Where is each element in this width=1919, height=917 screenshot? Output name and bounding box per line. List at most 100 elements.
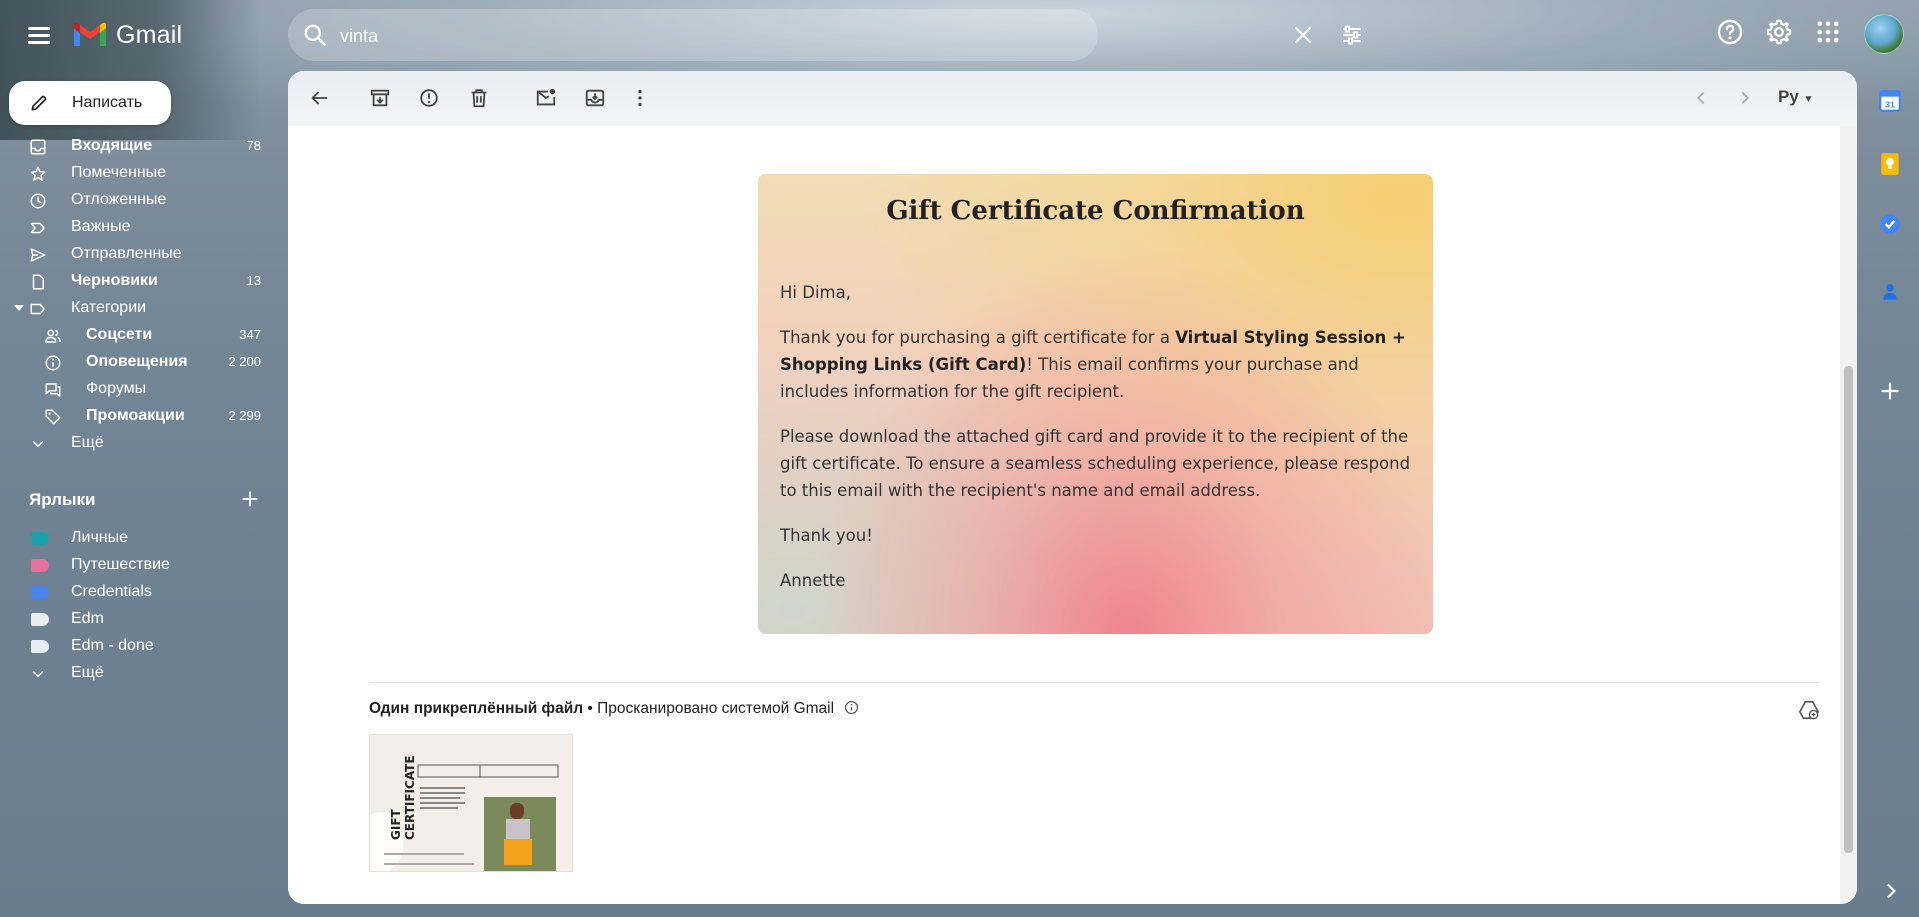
email-heading: Gift Certificate Confirmation <box>886 196 1305 226</box>
sidebar-item-updates[interactable]: Оповещения 2 200 <box>0 349 275 376</box>
people-icon <box>44 327 62 345</box>
thumbnail-title-certificate: CERTIFICATE <box>403 755 417 840</box>
gift-certificate-preview: GIFT CERTIFICATE <box>370 735 572 871</box>
info-icon[interactable] <box>844 700 859 715</box>
label-icon <box>29 300 47 318</box>
svg-text:31: 31 <box>1885 100 1895 110</box>
settings-gear-icon[interactable] <box>1765 18 1793 51</box>
back-arrow-icon[interactable] <box>308 87 330 109</box>
attachments-divider <box>369 682 1819 683</box>
label-item-credentials[interactable]: Credentials <box>0 579 275 606</box>
sidebar-item-drafts[interactable]: Черновики 13 <box>0 268 275 295</box>
forum-icon <box>44 381 62 399</box>
search-bar[interactable] <box>288 9 1361 61</box>
main-menu-button[interactable] <box>26 22 54 50</box>
email-greeting: Hi Dima, <box>780 283 851 302</box>
expand-caret-icon[interactable] <box>14 305 24 311</box>
label-color-tag-icon <box>31 532 49 545</box>
account-avatar[interactable] <box>1864 14 1904 54</box>
input-language-label: Ру <box>1778 87 1799 106</box>
report-spam-icon[interactable] <box>418 87 440 109</box>
sidebar-item-more[interactable]: Ещё <box>0 430 275 457</box>
help-icon[interactable] <box>1716 18 1744 51</box>
gmail-logo[interactable]: Gmail <box>72 18 182 52</box>
label-item-edm[interactable]: Edm <box>0 606 275 633</box>
sidebar-item-forums[interactable]: Форумы <box>0 376 275 403</box>
sidebar-item-promotions[interactable]: Промоакции 2 299 <box>0 403 275 430</box>
email-paragraph-2: Please download the attached gift card a… <box>780 427 1411 500</box>
chevron-down-icon <box>29 435 47 453</box>
tasks-icon[interactable] <box>1877 211 1903 237</box>
sidebar-item-important[interactable]: Важные <box>0 214 275 241</box>
inbox-icon <box>29 138 47 156</box>
compose-button[interactable]: Написать <box>9 81 171 125</box>
labels-more[interactable]: Ещё <box>0 660 275 687</box>
chevron-down-icon <box>29 665 47 683</box>
email-signature: Annette <box>780 571 846 590</box>
clear-search-icon[interactable] <box>1291 23 1315 47</box>
message-scrollbar[interactable] <box>1840 126 1857 904</box>
search-options-icon[interactable] <box>1340 23 1364 47</box>
add-label-plus-icon[interactable] <box>240 489 260 509</box>
pencil-icon <box>29 93 49 113</box>
label-item-edm-done[interactable]: Edm - done <box>0 633 275 660</box>
add-to-drive-icon[interactable] <box>1798 699 1820 721</box>
contacts-icon[interactable] <box>1877 279 1903 305</box>
email-thanks: Thank you! <box>780 526 873 545</box>
attachments-heading: Один прикреплённый файл • Просканировано… <box>369 700 859 718</box>
draft-icon <box>29 273 47 291</box>
attachments-scan-note: • Просканировано системой Gmail <box>583 700 835 717</box>
caret-down-icon: ▼ <box>1803 94 1814 105</box>
label-color-tag-icon <box>31 613 49 626</box>
label-color-tag-icon <box>31 586 49 599</box>
label-item-travel[interactable]: Путешествие <box>0 552 275 579</box>
label-color-tag-icon <box>31 559 49 572</box>
attachments-count-label: Один прикреплённый файл <box>369 700 584 717</box>
show-side-panel-chevron-icon[interactable] <box>1877 878 1903 904</box>
email-paragraph-1: Thank you for purchasing a gift certific… <box>780 324 1420 405</box>
message-toolbar: Ру ▼ <box>288 71 1857 126</box>
archive-icon[interactable] <box>369 87 391 109</box>
search-icon[interactable] <box>302 22 328 48</box>
star-icon <box>29 165 47 183</box>
apps-grid-icon[interactable] <box>1814 18 1842 51</box>
label-color-tag-icon <box>31 640 49 653</box>
important-icon <box>29 219 47 237</box>
sidebar-item-snoozed[interactable]: Отложенные <box>0 187 275 214</box>
sidebar-item-starred[interactable]: Помеченные <box>0 160 275 187</box>
tag-icon <box>44 408 62 426</box>
older-chevron-right-icon[interactable] <box>1734 87 1756 109</box>
more-vert-icon[interactable] <box>629 87 651 109</box>
delete-trash-icon[interactable] <box>468 87 490 109</box>
send-icon <box>29 246 47 264</box>
search-input[interactable] <box>338 19 982 53</box>
email-body-card: Gift Certificate Confirmation Hi Dima, T… <box>758 174 1433 634</box>
add-app-plus-icon[interactable] <box>1877 378 1903 404</box>
thumbnail-title-gift: GIFT <box>389 808 403 840</box>
newer-chevron-left-icon[interactable] <box>1690 87 1712 109</box>
move-to-icon[interactable] <box>584 87 606 109</box>
email-paragraph-1-start: Thank you for purchasing a gift certific… <box>780 328 1176 347</box>
compose-label: Написать <box>72 94 143 111</box>
input-language-selector[interactable]: Ру ▼ <box>1778 87 1813 107</box>
sidebar-item-sent[interactable]: Отправленные <box>0 241 275 268</box>
label-item-personal[interactable]: Личные <box>0 525 275 552</box>
info-icon <box>44 354 62 372</box>
sidebar-item-inbox[interactable]: Входящие 78 <box>0 133 275 160</box>
labels-list: Личные Путешествие Credentials Edm Edm -… <box>0 525 275 687</box>
gmail-wordmark: Gmail <box>116 20 183 49</box>
mark-unread-icon[interactable] <box>535 87 557 109</box>
clock-icon <box>29 192 47 210</box>
scrollbar-thumb[interactable] <box>1844 366 1853 853</box>
labels-heading: Ярлыки <box>29 490 96 509</box>
gmail-m-icon <box>72 22 108 48</box>
message-pane: Ру ▼ Gift Certificate Confirmation Hi Di… <box>288 71 1857 904</box>
attachment-thumbnail[interactable]: GIFT CERTIFICATE <box>369 734 573 872</box>
sidebar-nav: Входящие 78 Помеченные Отложенные Важные… <box>0 133 275 457</box>
sidebar-item-social[interactable]: Соцсети 347 <box>0 322 275 349</box>
sidebar-item-categories[interactable]: Категории <box>0 295 275 322</box>
side-panel: 31 <box>1862 71 1919 917</box>
calendar-icon[interactable]: 31 <box>1877 88 1903 114</box>
top-bar: Gmail <box>0 0 1919 70</box>
keep-icon[interactable] <box>1877 151 1903 177</box>
